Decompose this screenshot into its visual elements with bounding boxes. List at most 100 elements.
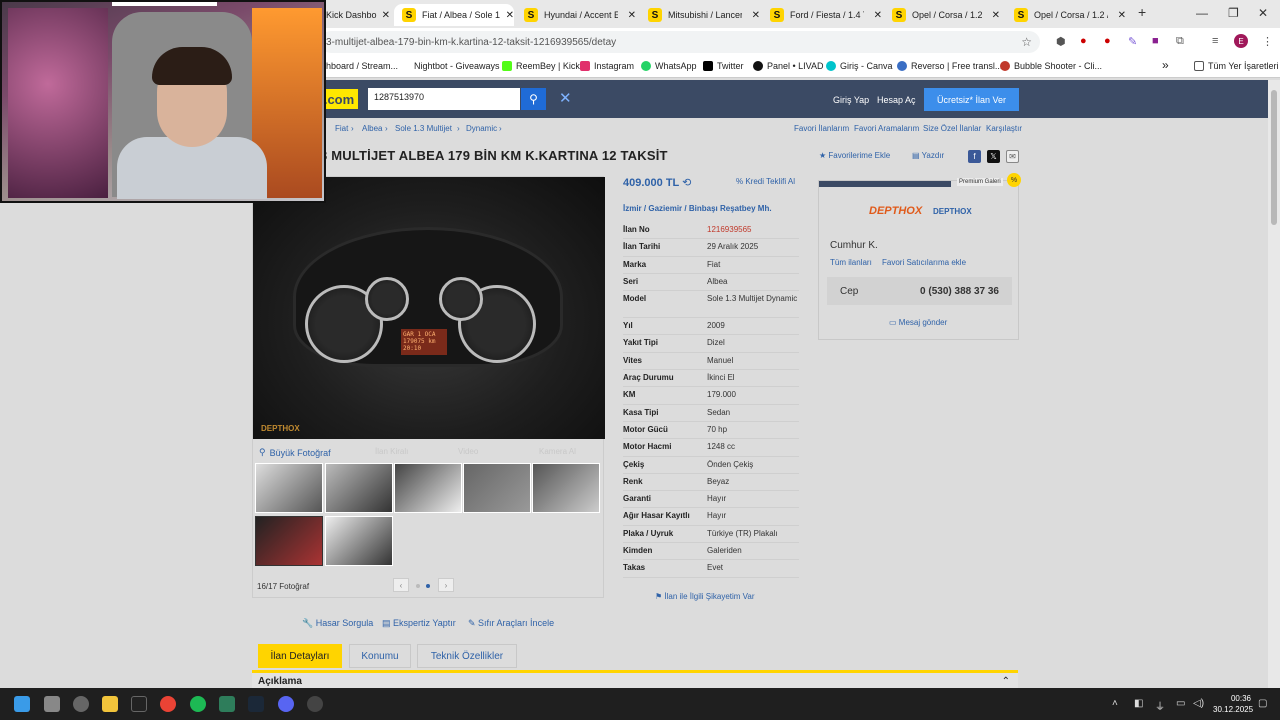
page-dot[interactable]: [416, 584, 420, 588]
search-input[interactable]: 1287513970: [368, 88, 520, 110]
close-icon[interactable]: ✕: [502, 10, 514, 21]
browser-tab[interactable]: S Opel / Corsa / 1.2 / E ✕: [892, 4, 1000, 26]
previous-page-button[interactable]: ‹: [393, 578, 409, 592]
extension-icon[interactable]: ●: [1080, 35, 1087, 47]
profile-avatar[interactable]: E: [1234, 34, 1248, 48]
photo-thumbnail[interactable]: [255, 463, 323, 513]
bookmark[interactable]: Bubble Shooter - Cli...: [1000, 61, 1102, 71]
favorite-searches-link[interactable]: Favori Aramalarım: [854, 124, 919, 133]
bookmark[interactable]: hboard / Stream...: [326, 61, 398, 71]
breadcrumb-item[interactable]: Fiat: [335, 124, 348, 133]
new-cars-link[interactable]: ✎ Sıfır Araçları İncele: [468, 618, 554, 629]
close-icon[interactable]: ✕: [748, 10, 760, 21]
main-photo[interactable]: GAR 1 OCA 179075 km 20:10 DEPTHOX: [253, 177, 605, 439]
photo-thumbnail[interactable]: [463, 463, 531, 513]
chrome-icon[interactable]: [160, 696, 176, 712]
bookmark[interactable]: Instagram: [580, 61, 634, 71]
photo-thumbnail[interactable]: [325, 463, 393, 513]
tray-expand-icon[interactable]: ˄: [1112, 698, 1118, 709]
credit-offer-link[interactable]: % Kredi Teklifi Al: [736, 177, 795, 186]
close-icon[interactable]: ✕: [1114, 10, 1126, 21]
location-neighborhood[interactable]: Binbaşı Reşatbey Mh.: [689, 204, 772, 213]
scrollbar-thumb[interactable]: [1271, 90, 1277, 225]
restore-icon[interactable]: ❐: [1228, 6, 1239, 20]
page-dot-active[interactable]: [426, 584, 430, 588]
file-explorer-icon[interactable]: [102, 696, 118, 712]
app-icon[interactable]: [219, 696, 235, 712]
description-header[interactable]: Açıklama ⌃: [252, 670, 1018, 688]
url-field[interactable]: 3-multijet-albea-179-bin-km-k.kartina-12…: [320, 31, 1040, 53]
bookmark[interactable]: Panel • LIVAD: [753, 61, 824, 71]
compare-link[interactable]: Karşılaştır: [986, 124, 1022, 133]
display-icon[interactable]: ▭: [1176, 698, 1185, 709]
capcut-icon[interactable]: [131, 696, 147, 712]
breadcrumb-item[interactable]: Albea: [362, 124, 382, 133]
tab-technical[interactable]: Teknik Özellikler: [417, 644, 517, 668]
clear-search-icon[interactable]: ✕: [559, 89, 572, 107]
free-ad-button[interactable]: Ücretsiz* İlan Ver: [924, 88, 1019, 111]
browser-tab-active[interactable]: S Fiat / Albea / Sole 1.3 ✕: [394, 4, 514, 26]
favorite-ads-link[interactable]: Favori İlanlarım: [794, 124, 849, 133]
browser-tab[interactable]: S Ford / Fiesta / 1.4 TD ✕: [770, 4, 882, 26]
photo-thumbnail[interactable]: [325, 516, 393, 566]
puzzle-icon[interactable]: ⧉: [1176, 35, 1184, 48]
minimize-icon[interactable]: —: [1196, 6, 1208, 20]
special-ads-link[interactable]: Size Özel İlanlar: [923, 124, 981, 133]
location-city[interactable]: İzmir: [623, 204, 642, 213]
expertise-link[interactable]: ▤ Ekspertiz Yaptır: [382, 618, 456, 629]
page-scrollbar[interactable]: [1268, 80, 1280, 688]
microphone-icon[interactable]: ⏚: [1155, 698, 1165, 713]
history-icon[interactable]: ⟲: [682, 177, 691, 189]
phone-number[interactable]: 0 (530) 388 37 36: [920, 286, 999, 297]
network-icon[interactable]: ◧: [1134, 698, 1143, 709]
login-link[interactable]: Giriş Yap: [833, 95, 869, 105]
volume-icon[interactable]: ◁): [1193, 698, 1204, 709]
close-icon[interactable]: ✕: [870, 10, 882, 21]
extension-icon[interactable]: ⬢: [1056, 35, 1066, 48]
start-icon[interactable]: [14, 696, 30, 712]
browser-tab[interactable]: S Mitsubishi / Lancer / ✕: [648, 4, 760, 26]
facebook-share-icon[interactable]: f: [968, 150, 981, 163]
bookmark[interactable]: Nightbot - Giveaways: [414, 61, 500, 71]
damage-query-link[interactable]: 🔧 Hasar Sorgula: [302, 618, 373, 629]
browser-tab[interactable]: S Opel / Corsa / 1.2 / S ✕: [1014, 4, 1126, 26]
browser-tab[interactable]: Kick Dashbo ✕: [326, 4, 390, 26]
obs-icon[interactable]: [307, 696, 323, 712]
task-view-icon[interactable]: [44, 696, 60, 712]
mail-share-icon[interactable]: ✉: [1006, 150, 1019, 163]
bookmark[interactable]: ReemBey | Kick: [502, 61, 580, 71]
big-photo-button[interactable]: ⚲ Büyük Fotoğraf: [259, 447, 331, 458]
window-close-icon[interactable]: ✕: [1258, 6, 1268, 20]
spotify-icon[interactable]: [190, 696, 206, 712]
send-message-link[interactable]: ▭ Mesaj gönder: [889, 318, 947, 327]
all-ads-link[interactable]: Tüm ilanları: [830, 258, 872, 267]
close-icon[interactable]: ✕: [624, 10, 636, 21]
register-link[interactable]: Hesap Aç: [877, 95, 916, 105]
dealer-name[interactable]: DEPTHOX: [933, 207, 972, 216]
browser-tab[interactable]: S Hyundai / Accent Era ✕: [524, 4, 636, 26]
add-favorite-button[interactable]: ★ Favorilerime Ekle: [819, 151, 890, 160]
bookmark[interactable]: Giriş - Canva: [826, 61, 893, 71]
dealer-logo[interactable]: DEPTHOX: [869, 205, 922, 217]
pen-icon[interactable]: ✎: [1128, 35, 1137, 48]
breadcrumb-item[interactable]: Dynamic: [466, 124, 497, 133]
extension-icon[interactable]: ●: [1104, 35, 1111, 47]
discord-icon[interactable]: [278, 696, 294, 712]
bookmark[interactable]: WhatsApp: [641, 61, 697, 71]
tab-location[interactable]: Konumu: [349, 644, 411, 668]
photo-thumbnail-selected[interactable]: [255, 516, 323, 566]
star-icon[interactable]: ☆: [1021, 35, 1032, 49]
tab-listing-details[interactable]: İlan Detayları: [258, 644, 342, 668]
new-tab-button[interactable]: +: [1138, 4, 1146, 20]
steam-icon[interactable]: [248, 696, 264, 712]
complaint-link[interactable]: ⚑ İlan ile İlgili Şikayetim Var: [655, 592, 755, 601]
chevron-up-icon[interactable]: ⌃: [1002, 676, 1010, 687]
bookmark[interactable]: Reverso | Free transl...: [897, 61, 1002, 71]
breadcrumb-item[interactable]: Sole 1.3 Multijet: [395, 124, 452, 133]
bookmarks-more[interactable]: »: [1162, 58, 1169, 72]
extension-icon[interactable]: ■: [1152, 35, 1159, 47]
next-page-button[interactable]: ›: [438, 578, 454, 592]
photo-thumbnail[interactable]: [394, 463, 462, 513]
search-button[interactable]: ⚲: [521, 88, 546, 110]
x-share-icon[interactable]: 𝕏: [987, 150, 1000, 163]
